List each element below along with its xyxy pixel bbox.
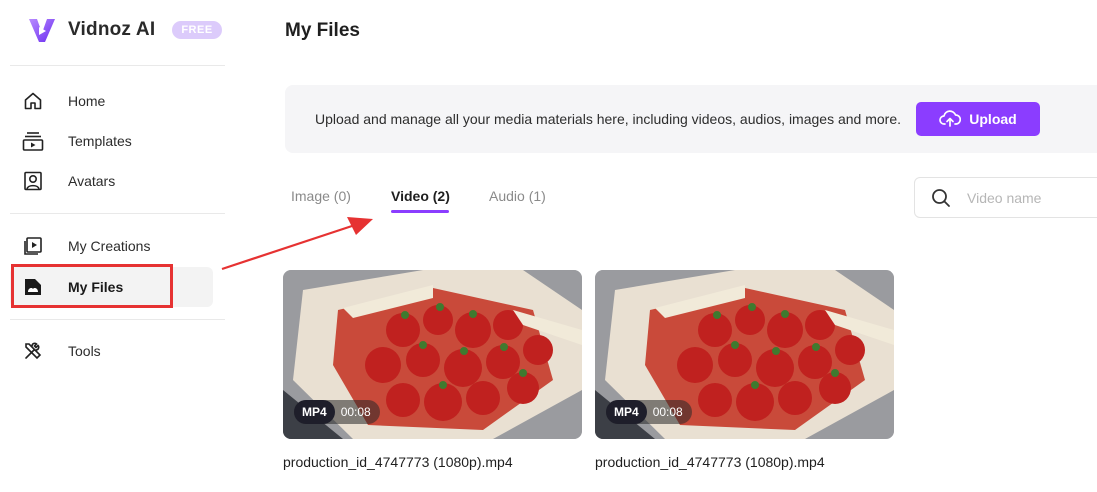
sidebar-item-my-creations[interactable]: My Creations <box>10 226 213 266</box>
divider <box>10 65 225 66</box>
sidebar-item-avatars[interactable]: Avatars <box>10 161 213 201</box>
video-meta-badges: MP4 00:08 <box>606 400 692 424</box>
divider <box>10 213 225 214</box>
templates-icon <box>22 130 44 152</box>
active-tab-indicator <box>391 210 449 213</box>
divider <box>10 319 225 320</box>
video-thumbnail[interactable]: MP4 00:08 <box>283 270 582 439</box>
tab-audio[interactable]: Audio (1) <box>489 188 546 204</box>
file-card[interactable]: MP4 00:08 production_id_4747773 (1080p).… <box>595 270 894 470</box>
search-icon <box>931 188 951 208</box>
page-title: My Files <box>285 20 360 41</box>
sidebar-item-label: Home <box>68 93 106 109</box>
video-meta-badges: MP4 00:08 <box>294 400 380 424</box>
creations-icon <box>22 235 44 257</box>
tab-image[interactable]: Image (0) <box>291 188 351 204</box>
upload-banner: Upload and manage all your media materia… <box>285 85 1097 153</box>
file-name: production_id_4747773 (1080p).mp4 <box>595 454 825 470</box>
banner-text: Upload and manage all your media materia… <box>315 111 901 127</box>
logo[interactable]: Vidnoz AI FREE <box>26 12 222 48</box>
duration-badge: 00:08 <box>652 405 683 419</box>
home-icon <box>22 90 44 112</box>
sidebar-item-templates[interactable]: Templates <box>10 121 213 161</box>
upload-cloud-icon <box>939 110 962 127</box>
file-card[interactable]: MP4 00:08 production_id_4747773 (1080p).… <box>283 270 582 470</box>
sidebar-item-home[interactable]: Home <box>10 81 213 121</box>
search-input[interactable] <box>967 189 1097 206</box>
tools-icon <box>22 340 44 362</box>
brand-name: Vidnoz AI <box>68 19 156 40</box>
highlight-annotation-box <box>11 264 173 308</box>
plan-badge: FREE <box>172 21 222 39</box>
video-thumbnail[interactable]: MP4 00:08 <box>595 270 894 439</box>
sidebar: Vidnoz AI FREE Home Templates Avatars My… <box>0 0 232 492</box>
avatar-icon <box>22 170 44 192</box>
sidebar-item-label: Tools <box>68 343 101 359</box>
vidnoz-logo-icon <box>29 19 55 42</box>
sidebar-item-label: Avatars <box>68 173 116 189</box>
file-name: production_id_4747773 (1080p).mp4 <box>283 454 513 470</box>
sidebar-item-tools[interactable]: Tools <box>10 331 213 371</box>
format-badge: MP4 <box>294 400 335 424</box>
sidebar-item-label: Templates <box>68 133 132 149</box>
upload-button[interactable]: Upload <box>916 102 1040 136</box>
tab-video[interactable]: Video (2) <box>391 188 450 204</box>
duration-badge: 00:08 <box>340 405 371 419</box>
upload-button-label: Upload <box>969 111 1017 127</box>
sidebar-item-label: My Creations <box>68 238 151 254</box>
search-box[interactable] <box>914 177 1097 218</box>
format-badge: MP4 <box>606 400 647 424</box>
